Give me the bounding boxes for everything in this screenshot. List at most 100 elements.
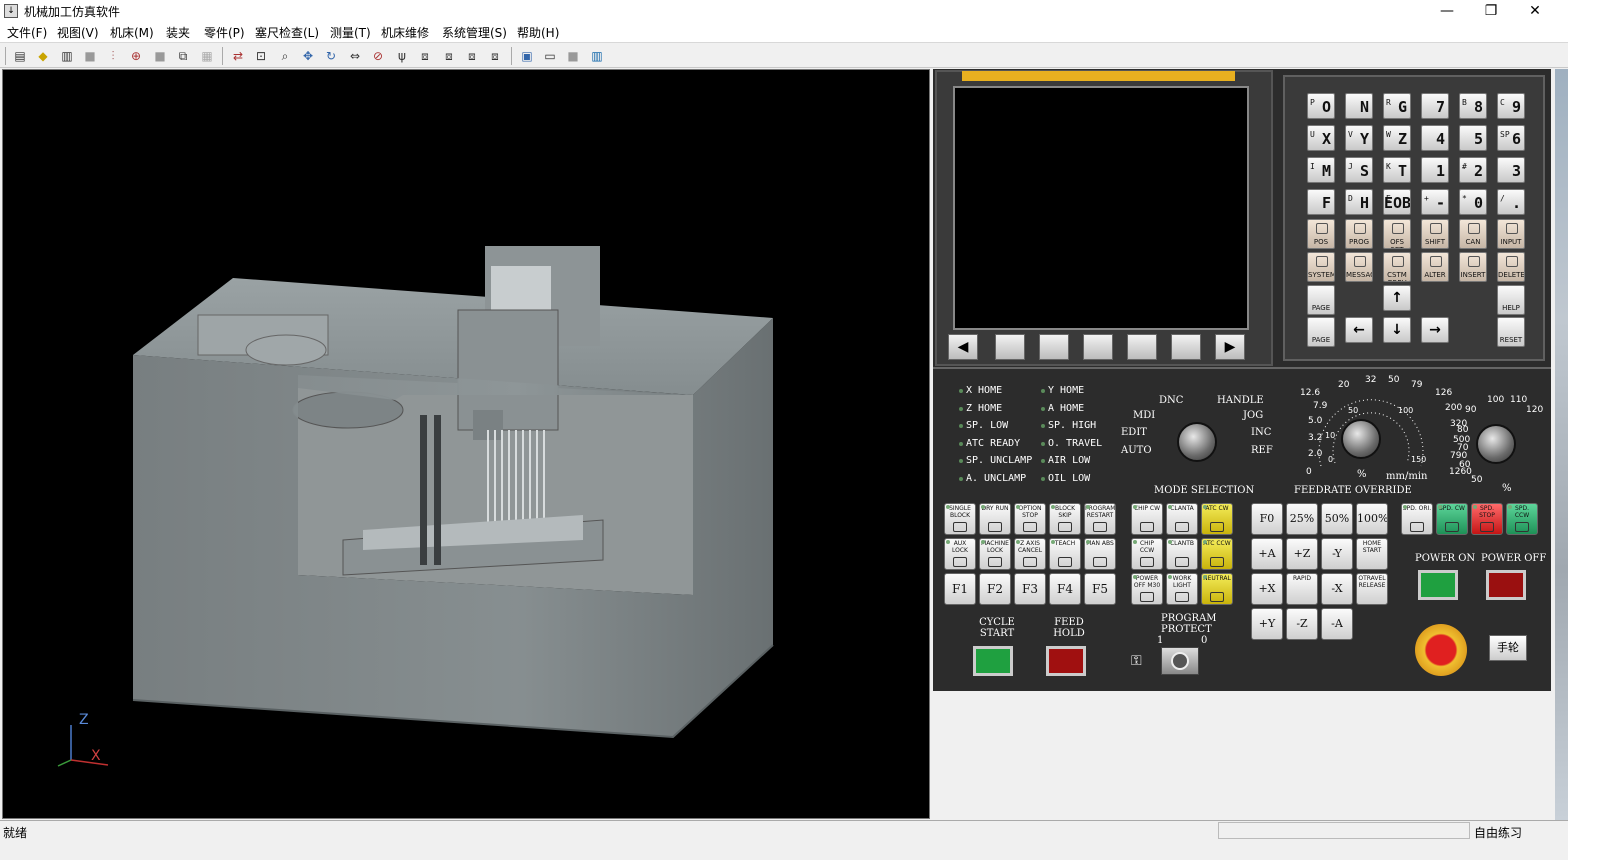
- feed-hold-button[interactable]: [1046, 646, 1086, 676]
- fkey-f1[interactable]: F1: [944, 573, 976, 605]
- rapid-100[interactable]: 100%: [1356, 503, 1388, 535]
- left-view-icon[interactable]: ⧈: [486, 47, 504, 65]
- function-key-shift[interactable]: SHIFT: [1421, 219, 1449, 249]
- layout-icon[interactable]: ▭: [541, 47, 559, 65]
- menu-feeler-check[interactable]: 塞尺检查(L): [255, 24, 319, 41]
- key-z[interactable]: WZ: [1383, 125, 1411, 151]
- top-view-icon[interactable]: ⧈: [440, 47, 458, 65]
- spindle-button-spd-ori[interactable]: SPD. ORI.: [1401, 503, 1433, 535]
- cursor-up-button[interactable]: ↑: [1383, 285, 1411, 311]
- function-key-alter[interactable]: ALTER: [1421, 252, 1449, 282]
- op-button-single-block[interactable]: SINGLE BLOCK: [944, 503, 976, 535]
- blank-icon[interactable]: ■: [151, 47, 169, 65]
- front-view-icon[interactable]: ⧈: [416, 47, 434, 65]
- aux-button-atc-cw[interactable]: ATC CW: [1201, 503, 1233, 535]
- key-g[interactable]: RG: [1383, 93, 1411, 119]
- fkey-f4[interactable]: F4: [1049, 573, 1081, 605]
- menu-measure[interactable]: 测量(T): [330, 24, 371, 41]
- function-key-message[interactable]: MESSAGE: [1345, 252, 1373, 282]
- softkey-3[interactable]: [1083, 334, 1113, 360]
- aux-button-work-light[interactable]: WORK LIGHT: [1166, 573, 1198, 605]
- power-on-button[interactable]: [1418, 570, 1458, 600]
- aux-button-chip-cw[interactable]: CHIP CW: [1131, 503, 1163, 535]
- blank-icon[interactable]: ■: [81, 47, 99, 65]
- jog-a[interactable]: +A: [1251, 538, 1283, 570]
- tool-icon[interactable]: ⫶: [104, 47, 122, 65]
- op-button-machine-lock[interactable]: MACHINE LOCK: [979, 538, 1011, 570]
- jog-otravel-release[interactable]: OTRAVEL RELEASE: [1356, 573, 1388, 605]
- jog-y[interactable]: +Y: [1251, 608, 1283, 640]
- zoom-window-icon[interactable]: ⊡: [252, 47, 270, 65]
- cursor-down-button[interactable]: ↓: [1383, 317, 1411, 343]
- function-key-pos[interactable]: POS: [1307, 219, 1335, 249]
- jog-y[interactable]: -Y: [1321, 538, 1353, 570]
- pan-icon[interactable]: ✥: [299, 47, 317, 65]
- menu-part[interactable]: 零件(P): [204, 24, 245, 41]
- softkey-left-arrow[interactable]: ◀: [948, 334, 978, 360]
- key-m[interactable]: IM: [1307, 157, 1335, 183]
- aux-button-atc-ccw[interactable]: ATC CCW: [1201, 538, 1233, 570]
- key-2[interactable]: #2: [1459, 157, 1487, 183]
- rapid-f0[interactable]: F0: [1251, 503, 1283, 535]
- key-5[interactable]: 5: [1459, 125, 1487, 151]
- page-down-button[interactable]: PAGE: [1307, 317, 1335, 347]
- fkey-f2[interactable]: F2: [979, 573, 1011, 605]
- cursor-right-button[interactable]: →: [1421, 317, 1449, 343]
- menu-fixture[interactable]: 装夹: [166, 24, 190, 41]
- side-view-icon[interactable]: ⧈: [463, 47, 481, 65]
- axis-icon[interactable]: ψ: [393, 47, 411, 65]
- aux-button-clanta[interactable]: CLANTA: [1166, 503, 1198, 535]
- 3d-viewport[interactable]: Z X: [2, 69, 930, 819]
- softkey-5[interactable]: [1171, 334, 1201, 360]
- key-1[interactable]: 1: [1421, 157, 1449, 183]
- function-key-input[interactable]: INPUT: [1497, 219, 1525, 249]
- op-button-dry-run[interactable]: DRY RUN: [979, 503, 1011, 535]
- page-up-button[interactable]: PAGE: [1307, 285, 1335, 315]
- key-t[interactable]: KT: [1383, 157, 1411, 183]
- mode-selection-dial[interactable]: [1177, 422, 1217, 462]
- reset-view-icon[interactable]: ⇄: [229, 47, 247, 65]
- key-f[interactable]: F: [1307, 189, 1335, 215]
- key-8[interactable]: B8: [1459, 93, 1487, 119]
- menu-machine[interactable]: 机床(M): [110, 24, 154, 41]
- key-x[interactable]: UX: [1307, 125, 1335, 151]
- info-icon[interactable]: ▥: [588, 47, 606, 65]
- machine-icon[interactable]: ▤: [11, 47, 29, 65]
- spindle-override-dial[interactable]: [1476, 424, 1516, 464]
- function-key-delete[interactable]: DELETE: [1497, 252, 1525, 282]
- op-button-block-skip[interactable]: BLOCK SKIP: [1049, 503, 1081, 535]
- spindle-button-spd-cw[interactable]: SPD. CW: [1436, 503, 1468, 535]
- fixture-icon[interactable]: ▥: [58, 47, 76, 65]
- origin-icon[interactable]: ⊕: [127, 47, 145, 65]
- jog-x[interactable]: -X: [1321, 573, 1353, 605]
- function-key-can[interactable]: CAN: [1459, 219, 1487, 249]
- section-icon[interactable]: ⊘: [369, 47, 387, 65]
- emergency-stop-button[interactable]: [1415, 624, 1467, 676]
- spindle-button-spd-ccw[interactable]: SPD. CCW: [1506, 503, 1538, 535]
- aux-button-chip-ccw[interactable]: CHIP CCW: [1131, 538, 1163, 570]
- key-o[interactable]: PO: [1307, 93, 1335, 119]
- fkey-f5[interactable]: F5: [1084, 573, 1116, 605]
- jog-rapid[interactable]: RAPID: [1286, 573, 1318, 605]
- feedrate-override-dial[interactable]: [1341, 419, 1381, 459]
- zoom-icon[interactable]: ⌕: [276, 47, 294, 65]
- menu-maintenance[interactable]: 机床维修: [381, 24, 429, 41]
- softkey-1[interactable]: [995, 334, 1025, 360]
- jog-x[interactable]: +X: [1251, 573, 1283, 605]
- minimize-icon[interactable]: —: [1424, 0, 1470, 22]
- jog-home-start[interactable]: HOME START: [1356, 538, 1388, 570]
- aux-button-power-off-m30[interactable]: POWER OFF M30: [1131, 573, 1163, 605]
- op-button-teach[interactable]: TEACH: [1049, 538, 1081, 570]
- function-key-ofs-set[interactable]: OFS SET: [1383, 219, 1411, 249]
- key-key[interactable]: /.: [1497, 189, 1525, 215]
- key-eob[interactable]: E EOB: [1383, 189, 1411, 215]
- op-button-option-stop[interactable]: OPTION STOP: [1014, 503, 1046, 535]
- key-6[interactable]: SP 6: [1497, 125, 1525, 151]
- jog-z[interactable]: -Z: [1286, 608, 1318, 640]
- power-off-button[interactable]: [1486, 570, 1526, 600]
- key-0[interactable]: * 0: [1459, 189, 1487, 215]
- jog-z[interactable]: +Z: [1286, 538, 1318, 570]
- op-button-z-axis-cancel[interactable]: Z AXIS CANCEL: [1014, 538, 1046, 570]
- function-key-prog[interactable]: PROG: [1345, 219, 1373, 249]
- key-4[interactable]: 4: [1421, 125, 1449, 151]
